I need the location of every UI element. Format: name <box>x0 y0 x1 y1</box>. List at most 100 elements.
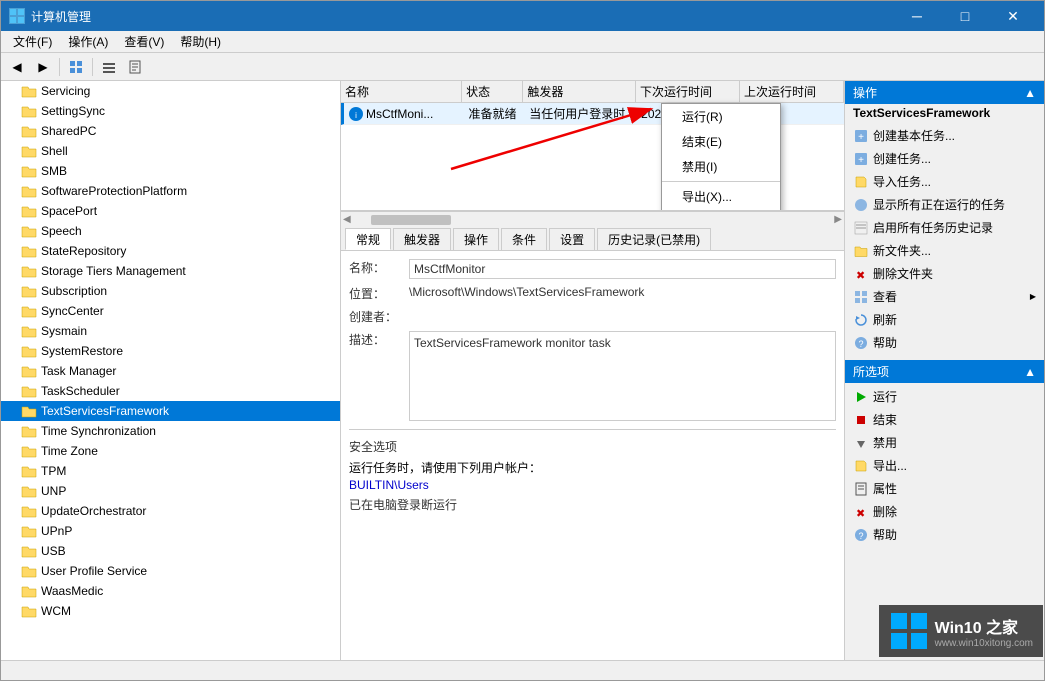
win10-logo <box>889 611 929 651</box>
action-view[interactable]: 查看 ▶ <box>845 285 1044 308</box>
sidebar-item-tpm[interactable]: TPM <box>1 461 340 481</box>
action-new-folder[interactable]: 新文件夹... <box>845 239 1044 262</box>
folder-icon-selected <box>21 403 37 419</box>
selected-run-label: 运行 <box>873 388 897 405</box>
context-disable[interactable]: 禁用(I) <box>662 154 780 179</box>
window-title: 计算机管理 <box>31 8 91 25</box>
selected-title: 所选项 <box>853 363 889 380</box>
sidebar-item-speech[interactable]: Speech <box>1 221 340 241</box>
sidebar-item-taskscheduler[interactable]: TaskScheduler <box>1 381 340 401</box>
col-name[interactable]: 名称 <box>341 81 462 102</box>
selected-help-label: 帮助 <box>873 526 897 543</box>
sidebar-item-staterepository[interactable]: StateRepository <box>1 241 340 261</box>
sidebar-item-settingsync[interactable]: SettingSync <box>1 101 340 121</box>
action-create-task[interactable]: + 创建任务... <box>845 147 1044 170</box>
maximize-button[interactable]: □ <box>942 1 988 31</box>
menu-help[interactable]: 帮助(H) <box>172 31 229 52</box>
sidebar-item-subscription[interactable]: Subscription <box>1 281 340 301</box>
folder-icon <box>21 323 37 339</box>
col-trigger[interactable]: 触发器 <box>523 81 636 102</box>
sidebar-item-userprofile[interactable]: User Profile Service <box>1 561 340 581</box>
detail-location-row: 位置： \Microsoft\Windows\TextServicesFrame… <box>349 285 836 302</box>
sidebar-item-systemrestore[interactable]: SystemRestore <box>1 341 340 361</box>
col-status[interactable]: 状态 <box>462 81 523 102</box>
sidebar-item-spaceport[interactable]: SpacePort <box>1 201 340 221</box>
sidebar-item-servicing[interactable]: Servicing <box>1 81 340 101</box>
tab-conditions[interactable]: 条件 <box>501 228 547 250</box>
col-next-run[interactable]: 下次运行时间 <box>636 81 740 102</box>
sidebar-item-synccenter[interactable]: SyncCenter <box>1 301 340 321</box>
name-value[interactable]: MsCtfMonitor <box>409 259 836 279</box>
sidebar-item-unp[interactable]: UNP <box>1 481 340 501</box>
detail-tabs: 常规 触发器 操作 条件 设置 历史记录(已禁用) <box>341 227 844 251</box>
sidebar-item-sysmain[interactable]: Sysmain <box>1 321 340 341</box>
sidebar-item-storagetiers[interactable]: Storage Tiers Management <box>1 261 340 281</box>
tab-general[interactable]: 常规 <box>345 228 391 250</box>
selected-properties-label: 属性 <box>873 480 897 497</box>
folder-icon <box>21 363 37 379</box>
selected-action-delete[interactable]: ✖ 删除 <box>845 500 1044 523</box>
selected-action-end[interactable]: 结束 <box>845 408 1044 431</box>
watermark: Win10 之家 www.win10xitong.com <box>879 605 1043 657</box>
selected-action-run[interactable]: 运行 <box>845 385 1044 408</box>
sidebar-item-smb[interactable]: SMB <box>1 161 340 181</box>
tab-triggers[interactable]: 触发器 <box>393 228 451 250</box>
context-export[interactable]: 导出(X)... <box>662 184 780 209</box>
view-submenu-icon: ▶ <box>1030 292 1036 301</box>
toolbar: ◀ ▶ <box>1 53 1044 81</box>
action-create-basic[interactable]: + 创建基本任务... <box>845 124 1044 147</box>
show-hide-button[interactable] <box>97 56 121 78</box>
sidebar-item-updateorchestrator[interactable]: UpdateOrchestrator <box>1 501 340 521</box>
action-enable-history[interactable]: 启用所有任务历史记录 <box>845 216 1044 239</box>
back-button[interactable]: ◀ <box>5 56 29 78</box>
context-run[interactable]: 运行(R) <box>662 104 780 129</box>
cell-status: 准备就绪 <box>464 105 525 122</box>
tab-actions[interactable]: 操作 <box>453 228 499 250</box>
sidebar-item-taskmanager[interactable]: Task Manager <box>1 361 340 381</box>
selected-action-properties[interactable]: 属性 <box>845 477 1044 500</box>
minimize-button[interactable]: ─ <box>894 1 940 31</box>
table-scrollbar-h[interactable]: ◀ ▶ <box>341 211 844 227</box>
close-button[interactable]: ✕ <box>990 1 1036 31</box>
bottom-bar <box>1 660 1044 680</box>
tab-history[interactable]: 历史记录(已禁用) <box>597 228 711 250</box>
sidebar-item-softwareprotection[interactable]: SoftwareProtectionPlatform <box>1 181 340 201</box>
forward-button[interactable]: ▶ <box>31 56 55 78</box>
selected-actions-list: 运行 结束 禁用 导出 <box>845 383 1044 548</box>
tab-settings[interactable]: 设置 <box>549 228 595 250</box>
action-create-basic-label: 创建基本任务... <box>873 127 955 144</box>
watermark-url: www.win10xitong.com <box>935 638 1033 649</box>
sidebar-item-textservices[interactable]: TextServicesFramework <box>1 401 340 421</box>
selected-action-export[interactable]: 导出... <box>845 454 1044 477</box>
menu-view[interactable]: 查看(V) <box>116 31 172 52</box>
sidebar-item-sharedpc[interactable]: SharedPC <box>1 121 340 141</box>
sidebar-item-timesync[interactable]: Time Synchronization <box>1 421 340 441</box>
sidebar-item-wcm[interactable]: WCM <box>1 601 340 621</box>
cell-trigger: 当任何用户登录时 <box>525 105 637 122</box>
selected-actions-header[interactable]: 所选项 ▲ <box>845 360 1044 383</box>
col-last-run[interactable]: 上次运行时间 <box>740 81 844 102</box>
selected-action-disable[interactable]: 禁用 <box>845 431 1044 454</box>
selected-action-help[interactable]: ? 帮助 <box>845 523 1044 546</box>
sidebar-item-usb[interactable]: USB <box>1 541 340 561</box>
up-button[interactable] <box>64 56 88 78</box>
sidebar-item-timezone[interactable]: Time Zone <box>1 441 340 461</box>
action-import[interactable]: 导入任务... <box>845 170 1044 193</box>
folder-icon <box>21 343 37 359</box>
menu-action[interactable]: 操作(A) <box>60 31 116 52</box>
horiz-scroll-thumb[interactable] <box>371 215 451 225</box>
folder-icon <box>21 563 37 579</box>
folder-icon <box>21 423 37 439</box>
action-show-running[interactable]: 显示所有正在运行的任务 <box>845 193 1044 216</box>
action-delete-folder[interactable]: ✖ 删除文件夹 <box>845 262 1044 285</box>
actions-header[interactable]: 操作 ▲ <box>845 81 1044 104</box>
properties-button[interactable] <box>123 56 147 78</box>
action-refresh[interactable]: 刷新 <box>845 308 1044 331</box>
sidebar-item-shell[interactable]: Shell <box>1 141 340 161</box>
sidebar-item-upnp[interactable]: UPnP <box>1 521 340 541</box>
menu-file[interactable]: 文件(F) <box>5 31 60 52</box>
sidebar-item-waasmedic[interactable]: WaasMedic <box>1 581 340 601</box>
context-end[interactable]: 结束(E) <box>662 129 780 154</box>
task-table: 名称 状态 触发器 下次运行时间 上次运行时间 i MsCtfMoni... 准… <box>341 81 844 211</box>
action-help[interactable]: ? 帮助 <box>845 331 1044 354</box>
